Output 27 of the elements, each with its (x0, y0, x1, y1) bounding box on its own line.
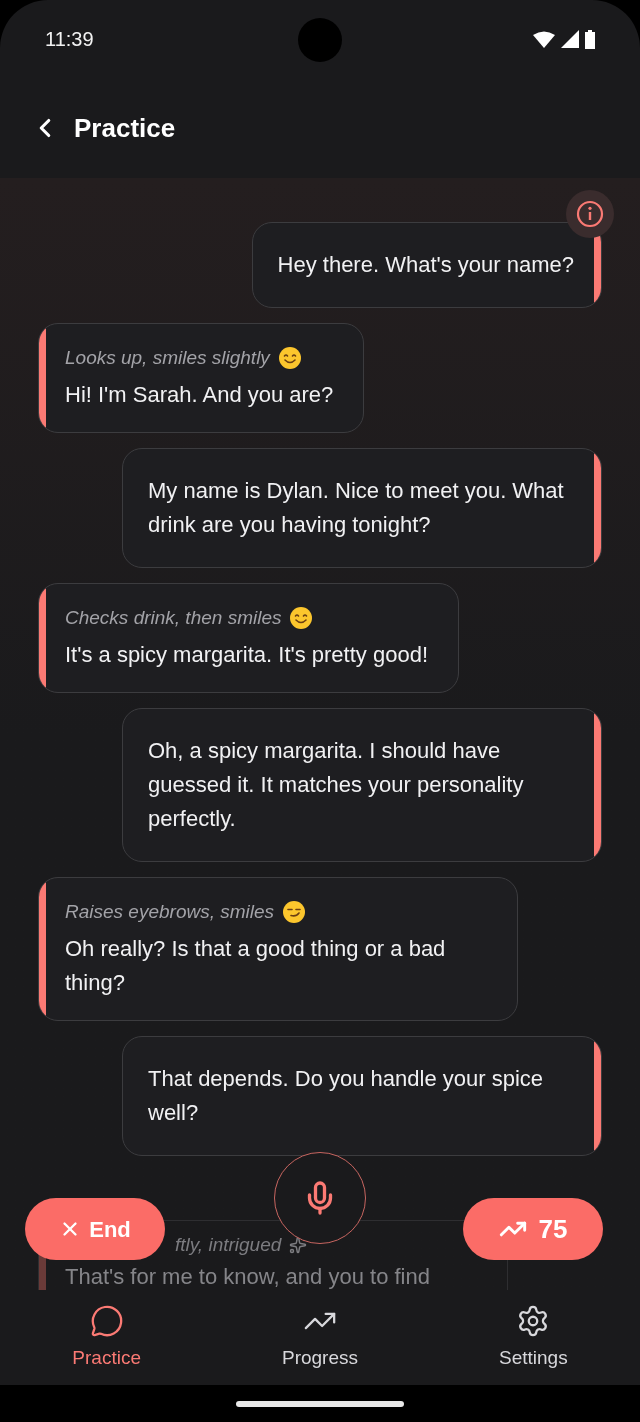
action-note: Raises eyebrows, smiles (65, 900, 275, 924)
message-text: It's a spicy margarita. It's pretty good! (65, 641, 428, 669)
page-title: Practice (74, 111, 176, 145)
info-button[interactable] (566, 190, 614, 238)
smirking-face-icon (282, 900, 307, 924)
message-text: Hi! I'm Sarah. And you are? (65, 381, 334, 409)
action-note: Checks drink, then smiles (65, 606, 282, 630)
action-note: Looks up, smiles slightly (65, 346, 270, 370)
smiling-face-icon (289, 606, 314, 630)
nav-tab[interactable]: Settings (426, 1304, 640, 1373)
info-icon (576, 200, 604, 228)
message-text: Oh really? Is that a good thing or a bad thing? (65, 935, 447, 997)
signal-icon (561, 30, 579, 48)
nav-tab[interactable]: Practice (0, 1304, 214, 1373)
camera-cutout (298, 18, 342, 62)
battery-icon (585, 29, 595, 49)
message-text: That's for me to know, and you to find (65, 1262, 430, 1290)
action-note: ftly, intrigued (175, 1233, 282, 1257)
message-text: My name is Dylan. Nice to meet you. What drink are you having tonight? (148, 477, 565, 539)
chat-bubble-icon (89, 1304, 124, 1338)
message-text: Oh, a spicy margarita. I should have guessed it. It matches your personality perfectly. (148, 737, 525, 833)
message-text: That depends. Do you handle your spice well? (148, 1065, 545, 1127)
wifi-icon (533, 30, 555, 48)
status-time: 11:39 (45, 27, 94, 52)
message-text: Hey there. What's your name? (277, 251, 574, 279)
smiling-face-icon (277, 346, 302, 370)
nav-tab[interactable]: Progress (213, 1304, 427, 1373)
